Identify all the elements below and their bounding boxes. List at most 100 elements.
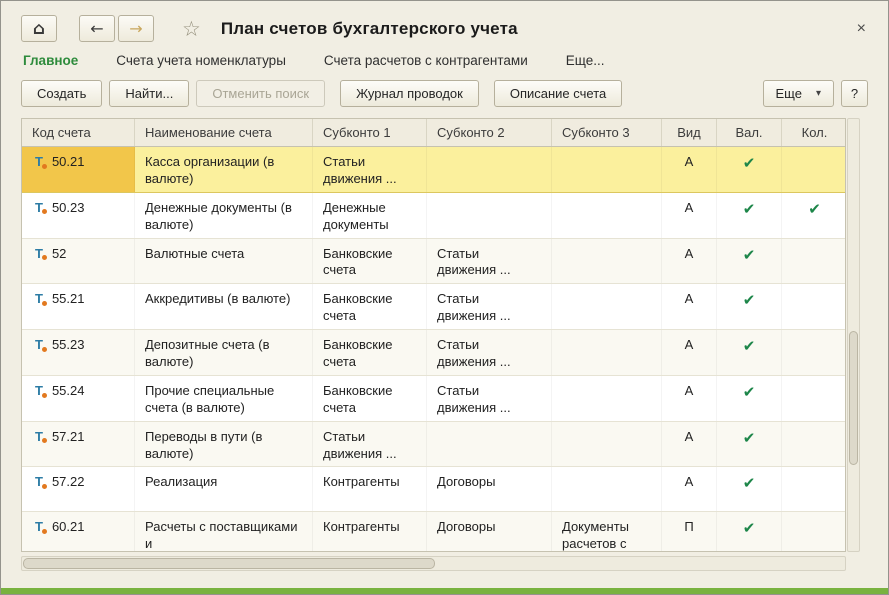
table-row[interactable]: Т60.21Расчеты с поставщиками иКонтрагент… [22,512,845,552]
column-header[interactable]: Код счета [22,119,135,146]
subconto3-cell[interactable] [552,422,662,467]
subconto1-cell[interactable]: Банковские счета [313,239,427,284]
create-button[interactable]: Создать [21,80,102,107]
account-kind-cell[interactable]: А [662,422,717,467]
subconto1-cell[interactable]: Контрагенты [313,467,427,511]
account-code-cell[interactable]: Т57.22 [22,467,135,511]
account-code-cell[interactable]: Т55.23 [22,330,135,375]
subconto2-cell[interactable] [427,193,552,238]
quantity-flag-cell[interactable] [782,239,846,284]
back-button[interactable]: ← [79,15,115,42]
favorite-star-icon[interactable]: ☆ [182,17,201,41]
account-kind-cell[interactable]: А [662,376,717,421]
subconto3-cell[interactable]: Документы расчетов с [552,512,662,552]
currency-flag-cell[interactable]: ✔ [717,330,782,375]
table-row[interactable]: Т50.21Касса организации (в валюте)Статьи… [22,147,845,193]
account-kind-cell[interactable]: А [662,147,717,192]
account-kind-cell[interactable]: А [662,467,717,511]
account-name-cell[interactable]: Денежные документы (в валюте) [135,193,313,238]
subconto2-cell[interactable]: Статьи движения ... [427,376,552,421]
quantity-flag-cell[interactable]: ✔ [782,193,846,238]
table-row[interactable]: Т50.23Денежные документы (в валюте)Денеж… [22,193,845,239]
currency-flag-cell[interactable]: ✔ [717,284,782,329]
horizontal-scrollbar[interactable] [21,556,846,571]
account-code-cell[interactable]: Т57.21 [22,422,135,467]
quantity-flag-cell[interactable] [782,330,846,375]
currency-flag-cell[interactable]: ✔ [717,239,782,284]
quantity-flag-cell[interactable] [782,467,846,511]
help-button[interactable]: ? [841,80,868,107]
horizontal-scrollbar-thumb[interactable] [23,558,435,569]
tab-3[interactable]: Еще... [566,53,605,68]
table-row[interactable]: Т55.24Прочие специальные счета (в валюте… [22,376,845,422]
quantity-flag-cell[interactable] [782,376,846,421]
account-name-cell[interactable]: Депозитные счета (в валюте) [135,330,313,375]
subconto3-cell[interactable] [552,467,662,511]
account-name-cell[interactable]: Прочие специальные счета (в валюте) [135,376,313,421]
subconto1-cell[interactable]: Банковские счета [313,330,427,375]
subconto1-cell[interactable]: Банковские счета [313,284,427,329]
subconto1-cell[interactable]: Денежные документы [313,193,427,238]
tab-0[interactable]: Главное [23,53,78,68]
subconto1-cell[interactable]: Статьи движения ... [313,147,427,192]
home-button[interactable]: ⌂ [21,15,57,42]
account-kind-cell[interactable]: А [662,239,717,284]
currency-flag-cell[interactable]: ✔ [717,193,782,238]
table-row[interactable]: Т52Валютные счетаБанковские счетаСтатьи … [22,239,845,285]
quantity-flag-cell[interactable] [782,147,846,192]
subconto2-cell[interactable]: Статьи движения ... [427,330,552,375]
column-header[interactable]: Кол. [782,119,847,146]
account-name-cell[interactable]: Аккредитивы (в валюте) [135,284,313,329]
quantity-flag-cell[interactable] [782,284,846,329]
currency-flag-cell[interactable]: ✔ [717,147,782,192]
column-header[interactable]: Вал. [717,119,782,146]
account-code-cell[interactable]: Т50.21 [22,147,135,192]
quantity-flag-cell[interactable] [782,512,846,552]
cancel-search-button[interactable]: Отменить поиск [196,80,325,107]
column-header[interactable]: Субконто 3 [552,119,662,146]
vertical-scrollbar[interactable] [847,118,860,552]
account-name-cell[interactable]: Валютные счета [135,239,313,284]
currency-flag-cell[interactable]: ✔ [717,422,782,467]
account-kind-cell[interactable]: П [662,512,717,552]
account-kind-cell[interactable]: А [662,193,717,238]
subconto3-cell[interactable] [552,330,662,375]
account-description-button[interactable]: Описание счета [494,80,622,107]
subconto2-cell[interactable]: Статьи движения ... [427,284,552,329]
column-header[interactable]: Наименование счета [135,119,313,146]
tab-1[interactable]: Счета учета номенклатуры [116,53,286,68]
subconto1-cell[interactable]: Банковские счета [313,376,427,421]
currency-flag-cell[interactable]: ✔ [717,376,782,421]
subconto2-cell[interactable]: Договоры [427,467,552,511]
close-icon[interactable]: × [853,20,870,38]
account-name-cell[interactable]: Касса организации (в валюте) [135,147,313,192]
account-code-cell[interactable]: Т60.21 [22,512,135,552]
subconto2-cell[interactable]: Договоры [427,512,552,552]
subconto3-cell[interactable] [552,284,662,329]
more-button[interactable]: Еще ▾ [763,80,834,107]
account-name-cell[interactable]: Расчеты с поставщиками и [135,512,313,552]
subconto1-cell[interactable]: Статьи движения ... [313,422,427,467]
subconto2-cell[interactable]: Статьи движения ... [427,239,552,284]
currency-flag-cell[interactable]: ✔ [717,467,782,511]
journal-button[interactable]: Журнал проводок [340,80,479,107]
account-name-cell[interactable]: Переводы в пути (в валюте) [135,422,313,467]
vertical-scrollbar-thumb[interactable] [849,331,858,465]
subconto3-cell[interactable] [552,239,662,284]
subconto3-cell[interactable] [552,193,662,238]
table-row[interactable]: Т57.22РеализацияКонтрагентыДоговорыА✔ [22,467,845,512]
currency-flag-cell[interactable]: ✔ [717,512,782,552]
account-kind-cell[interactable]: А [662,330,717,375]
tab-2[interactable]: Счета расчетов с контрагентами [324,53,528,68]
column-header[interactable]: Субконто 2 [427,119,552,146]
find-button[interactable]: Найти... [109,80,189,107]
quantity-flag-cell[interactable] [782,422,846,467]
forward-button[interactable]: → [118,15,154,42]
subconto2-cell[interactable] [427,422,552,467]
table-row[interactable]: Т55.21Аккредитивы (в валюте)Банковские с… [22,284,845,330]
column-header[interactable]: Субконто 1 [313,119,427,146]
account-code-cell[interactable]: Т55.21 [22,284,135,329]
account-code-cell[interactable]: Т50.23 [22,193,135,238]
table-row[interactable]: Т57.21Переводы в пути (в валюте)Статьи д… [22,422,845,468]
subconto3-cell[interactable] [552,147,662,192]
